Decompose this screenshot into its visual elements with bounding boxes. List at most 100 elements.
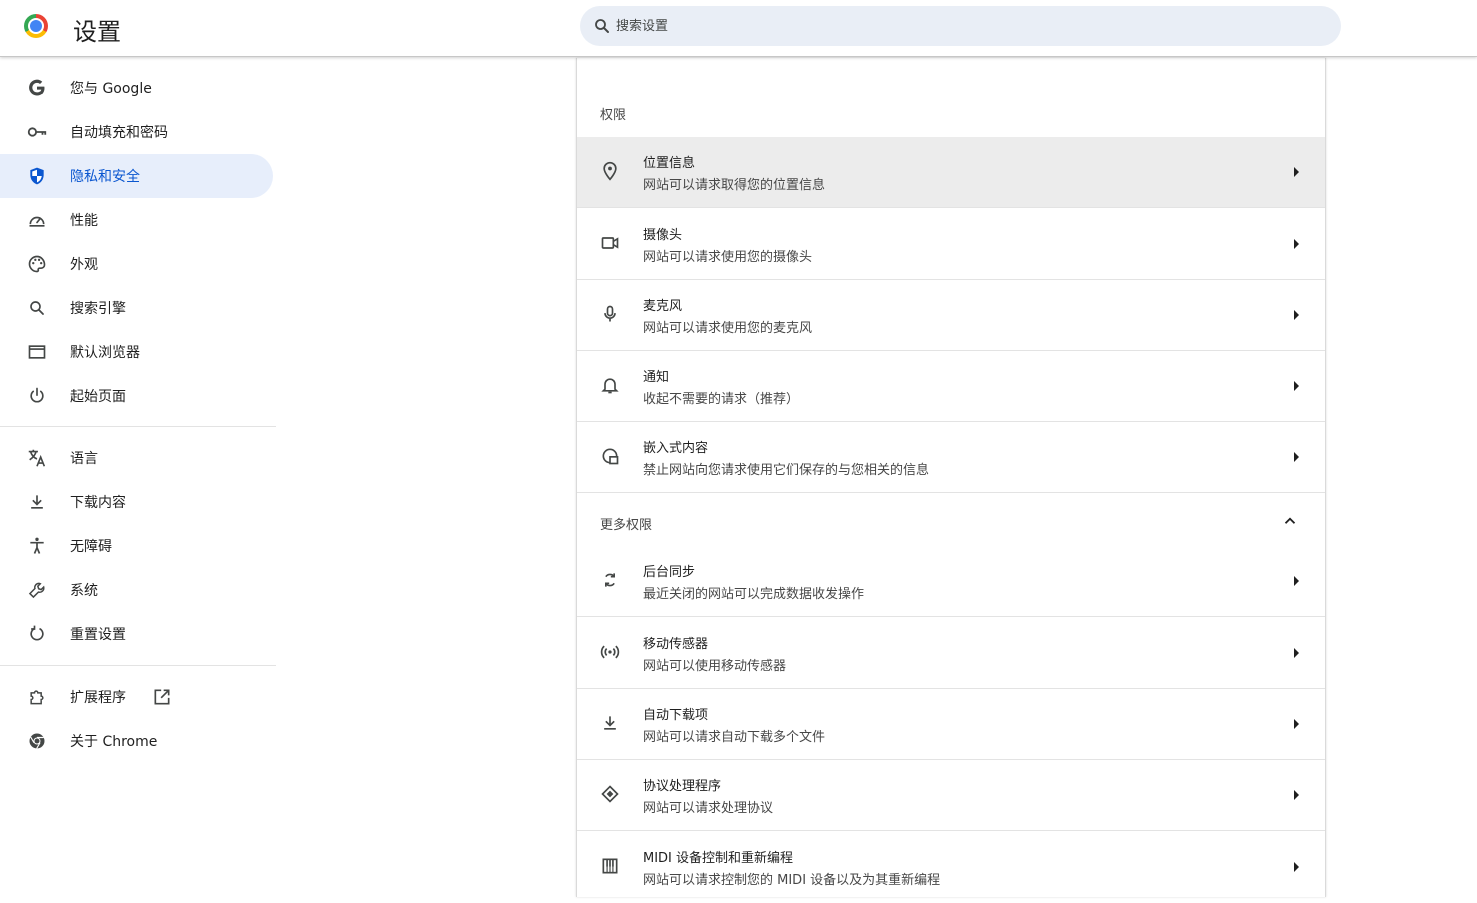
search-input[interactable]	[616, 6, 1316, 46]
permission-subtitle: 网站可以请求使用您的麦克风	[643, 321, 813, 336]
sidebar-item-privacy[interactable]: 隐私和安全	[0, 154, 273, 198]
sidebar-item-system[interactable]: 系统	[0, 568, 273, 612]
speedometer-icon	[26, 209, 48, 231]
piano-icon	[600, 856, 620, 876]
permission-row-microphone[interactable]: 麦克风 网站可以请求使用您的麦克风	[577, 280, 1325, 351]
arrow-right-icon	[1294, 790, 1299, 800]
permissions-section-title: 权限	[600, 108, 627, 123]
key-icon	[26, 121, 48, 143]
google-g-icon	[26, 77, 48, 99]
accessibility-icon	[26, 535, 48, 557]
sidebar-divider	[0, 426, 276, 427]
reset-icon	[26, 623, 48, 645]
permission-row-protocol-handlers[interactable]: 协议处理程序 网站可以请求处理协议	[577, 760, 1325, 831]
sidebar-item-label: 外观	[70, 257, 98, 273]
download-icon	[26, 491, 48, 513]
sidebar-item-extensions[interactable]: 扩展程序	[0, 675, 273, 719]
sidebar-item-label: 下载内容	[70, 495, 126, 511]
permission-title: MIDI 设备控制和重新编程	[643, 851, 794, 866]
permission-subtitle: 网站可以请求控制您的 MIDI 设备以及为其重新编程	[643, 873, 941, 888]
permission-title: 移动传感器	[643, 637, 709, 652]
sidebar-item-label: 语言	[70, 451, 98, 467]
arrow-right-icon	[1294, 862, 1299, 872]
sync-icon	[600, 570, 620, 590]
permission-row-notifications[interactable]: 通知 收起不需要的请求（推荐）	[577, 351, 1325, 422]
permission-row-automatic-downloads[interactable]: 自动下载项 网站可以请求自动下载多个文件	[577, 689, 1325, 760]
arrow-right-icon	[1294, 719, 1299, 729]
browser-window-icon	[26, 341, 48, 363]
sidebar-item-label: 重置设置	[70, 627, 126, 643]
permission-subtitle: 收起不需要的请求（推荐）	[643, 392, 800, 407]
permission-row-embedded-content[interactable]: 嵌入式内容 禁止网站向您请求使用它们保存的与您相关的信息	[577, 422, 1325, 493]
sidebar-item-autofill[interactable]: 自动填充和密码	[0, 110, 273, 154]
permission-title: 自动下载项	[643, 708, 709, 723]
sidebar-item-default-browser[interactable]: 默认浏览器	[0, 330, 273, 374]
sidebar-item-label: 默认浏览器	[70, 345, 140, 361]
permission-title: 后台同步	[643, 565, 696, 580]
sidebar-item-label: 自动填充和密码	[70, 125, 168, 141]
arrow-right-icon	[1294, 167, 1299, 177]
permission-row-location[interactable]: 位置信息 网站可以请求取得您的位置信息	[577, 137, 1325, 208]
permission-subtitle: 网站可以请求处理协议	[643, 801, 774, 816]
power-icon	[26, 385, 48, 407]
page-title: 设置	[73, 18, 121, 46]
protocol-handler-icon	[600, 784, 620, 804]
permission-subtitle: 禁止网站向您请求使用它们保存的与您相关的信息	[643, 463, 930, 478]
more-permissions-toggle[interactable]: 更多权限	[577, 494, 1325, 548]
location-pin-icon	[600, 161, 620, 181]
sidebar-item-about-chrome[interactable]: 关于 Chrome	[0, 719, 273, 763]
arrow-right-icon	[1294, 648, 1299, 658]
arrow-right-icon	[1294, 452, 1299, 462]
sidebar-item-downloads[interactable]: 下载内容	[0, 480, 273, 524]
permission-row-midi[interactable]: MIDI 设备控制和重新编程 网站可以请求控制您的 MIDI 设备以及为其重新编…	[577, 832, 1325, 903]
sidebar-item-label: 起始页面	[70, 389, 126, 405]
permission-title: 通知	[643, 370, 670, 385]
sidebar-item-appearance[interactable]: 外观	[0, 242, 273, 286]
sidebar-item-languages[interactable]: 语言	[0, 436, 273, 480]
permission-row-background-sync[interactable]: 后台同步 最近关闭的网站可以完成数据收发操作	[577, 546, 1325, 617]
permission-row-camera[interactable]: 摄像头 网站可以请求使用您的摄像头	[577, 209, 1325, 280]
permission-subtitle: 网站可以请求取得您的位置信息	[643, 178, 826, 193]
microphone-icon	[600, 304, 620, 324]
arrow-right-icon	[1294, 310, 1299, 320]
camera-icon	[600, 233, 620, 253]
sidebar-item-label: 性能	[70, 213, 98, 229]
sidebar-item-you-and-google[interactable]: 您与 Google	[0, 66, 273, 110]
search-icon	[26, 297, 48, 319]
puzzle-icon	[26, 686, 48, 708]
permission-subtitle: 最近关闭的网站可以完成数据收发操作	[643, 587, 865, 602]
sensor-icon	[600, 642, 620, 662]
sidebar-item-label: 隐私和安全	[70, 169, 140, 185]
sidebar-item-reset[interactable]: 重置设置	[0, 612, 273, 656]
wrench-icon	[26, 579, 48, 601]
arrow-right-icon	[1294, 381, 1299, 391]
search-icon	[593, 17, 611, 35]
sidebar-item-search-engine[interactable]: 搜索引擎	[0, 286, 273, 330]
permissions-card: 权限 位置信息 网站可以请求取得您的位置信息 摄像头 网站可以请求使用您的摄像头…	[576, 58, 1326, 897]
permission-subtitle: 网站可以请求自动下载多个文件	[643, 730, 826, 745]
open-in-new-icon[interactable]	[152, 687, 172, 707]
permission-subtitle: 网站可以请求使用您的摄像头	[643, 250, 813, 265]
translate-icon	[26, 447, 48, 469]
sidebar-item-accessibility[interactable]: 无障碍	[0, 524, 273, 568]
permission-row-motion-sensors[interactable]: 移动传感器 网站可以使用移动传感器	[577, 618, 1325, 689]
sidebar-item-label: 无障碍	[70, 539, 112, 555]
sidebar-item-performance[interactable]: 性能	[0, 198, 273, 242]
permission-subtitle: 网站可以使用移动传感器	[643, 659, 787, 674]
shield-icon	[26, 165, 48, 187]
chrome-logo-icon	[24, 14, 48, 38]
permission-title: 摄像头	[643, 228, 683, 243]
download-icon	[600, 713, 620, 733]
chevron-up-icon	[1281, 512, 1299, 530]
sidebar-item-label: 系统	[70, 583, 98, 599]
sidebar-item-label: 您与 Google	[70, 81, 152, 97]
embedded-content-icon	[600, 446, 620, 466]
chrome-icon	[26, 730, 48, 752]
sidebar-item-on-startup[interactable]: 起始页面	[0, 374, 273, 418]
permission-title: 麦克风	[643, 299, 683, 314]
sidebar: 您与 Google 自动填充和密码 隐私和安全 性能 外观 搜索引擎 默认浏览器…	[0, 58, 276, 897]
search-box[interactable]	[580, 6, 1341, 46]
arrow-right-icon	[1294, 239, 1299, 249]
bell-icon	[600, 375, 620, 395]
palette-icon	[26, 253, 48, 275]
